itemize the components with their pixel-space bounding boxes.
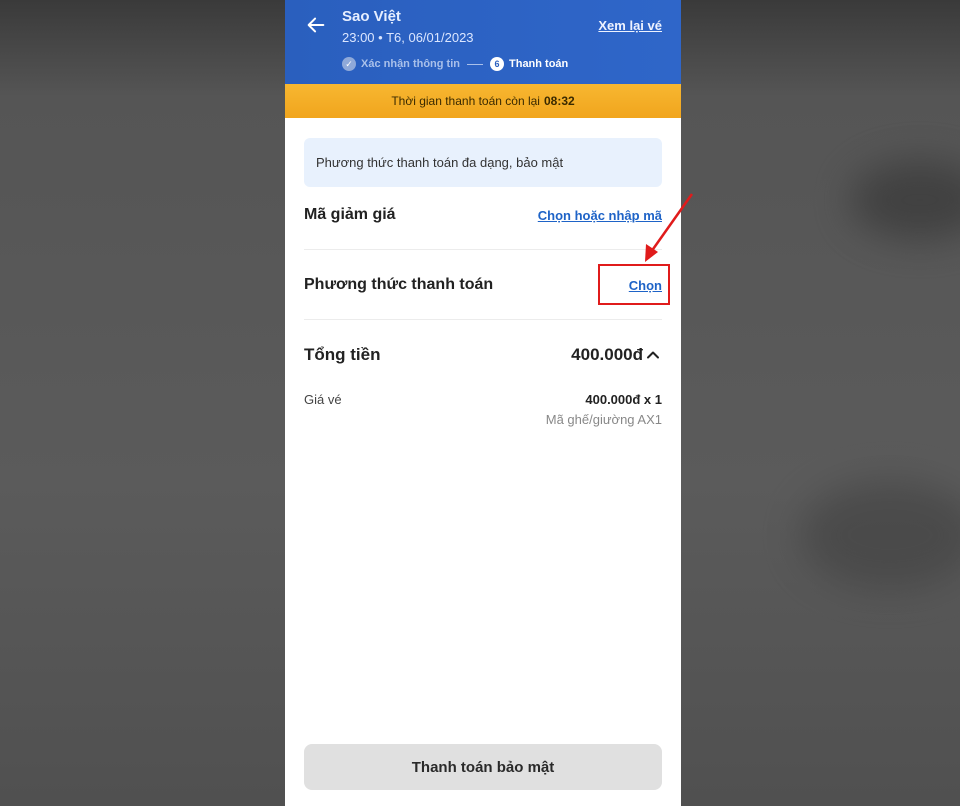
payment-method-label: Phương thức thanh toán [304,276,494,293]
discount-select-link[interactable]: Chọn hoặc nhập mã [538,208,662,223]
timer-value: 08:32 [543,94,575,108]
divider [304,249,662,250]
back-arrow-icon[interactable] [305,14,327,36]
chevron-up-icon[interactable] [646,348,660,362]
highlight-box [598,264,670,305]
check-icon: ✓ [342,57,356,71]
trip-time: 23:00 • T6, 06/01/2023 [342,30,474,45]
review-ticket-link[interactable]: Xem lại vé [598,18,662,33]
progress-steps: ✓ Xác nhận thông tin 6 Thanh toán [342,56,568,72]
fare-value: 400.000đ x 1 [585,392,662,407]
operator-name: Sao Việt [342,8,401,25]
total-amount: 400.000đ [571,345,643,364]
timer-label: Thời gian thanh toán còn lại [391,94,540,108]
discount-label: Mã giảm giá [304,206,396,223]
seat-code: Mã ghế/giường AX1 [545,412,662,427]
total-label: Tổng tiền [304,345,381,364]
trip-header: Sao Việt 23:00 • T6, 06/01/2023 Xem lại … [285,0,681,84]
divider [304,319,662,320]
payment-timer-banner: Thời gian thanh toán còn lại 08:32 [285,84,681,118]
step-payment: Thanh toán [509,58,569,70]
step-separator [467,63,483,65]
step-confirm-info: Xác nhận thông tin [361,58,460,70]
secure-pay-button[interactable]: Thanh toán bảo mật [304,744,662,790]
info-text: Phương thức thanh toán đa dạng, bảo mật [316,155,564,170]
payment-info-box: Phương thức thanh toán đa dạng, bảo mật [304,138,662,187]
phone-screen: Sao Việt 23:00 • T6, 06/01/2023 Xem lại … [285,0,681,806]
fare-label: Giá vé [304,392,342,407]
step-current-number: 6 [490,57,504,71]
